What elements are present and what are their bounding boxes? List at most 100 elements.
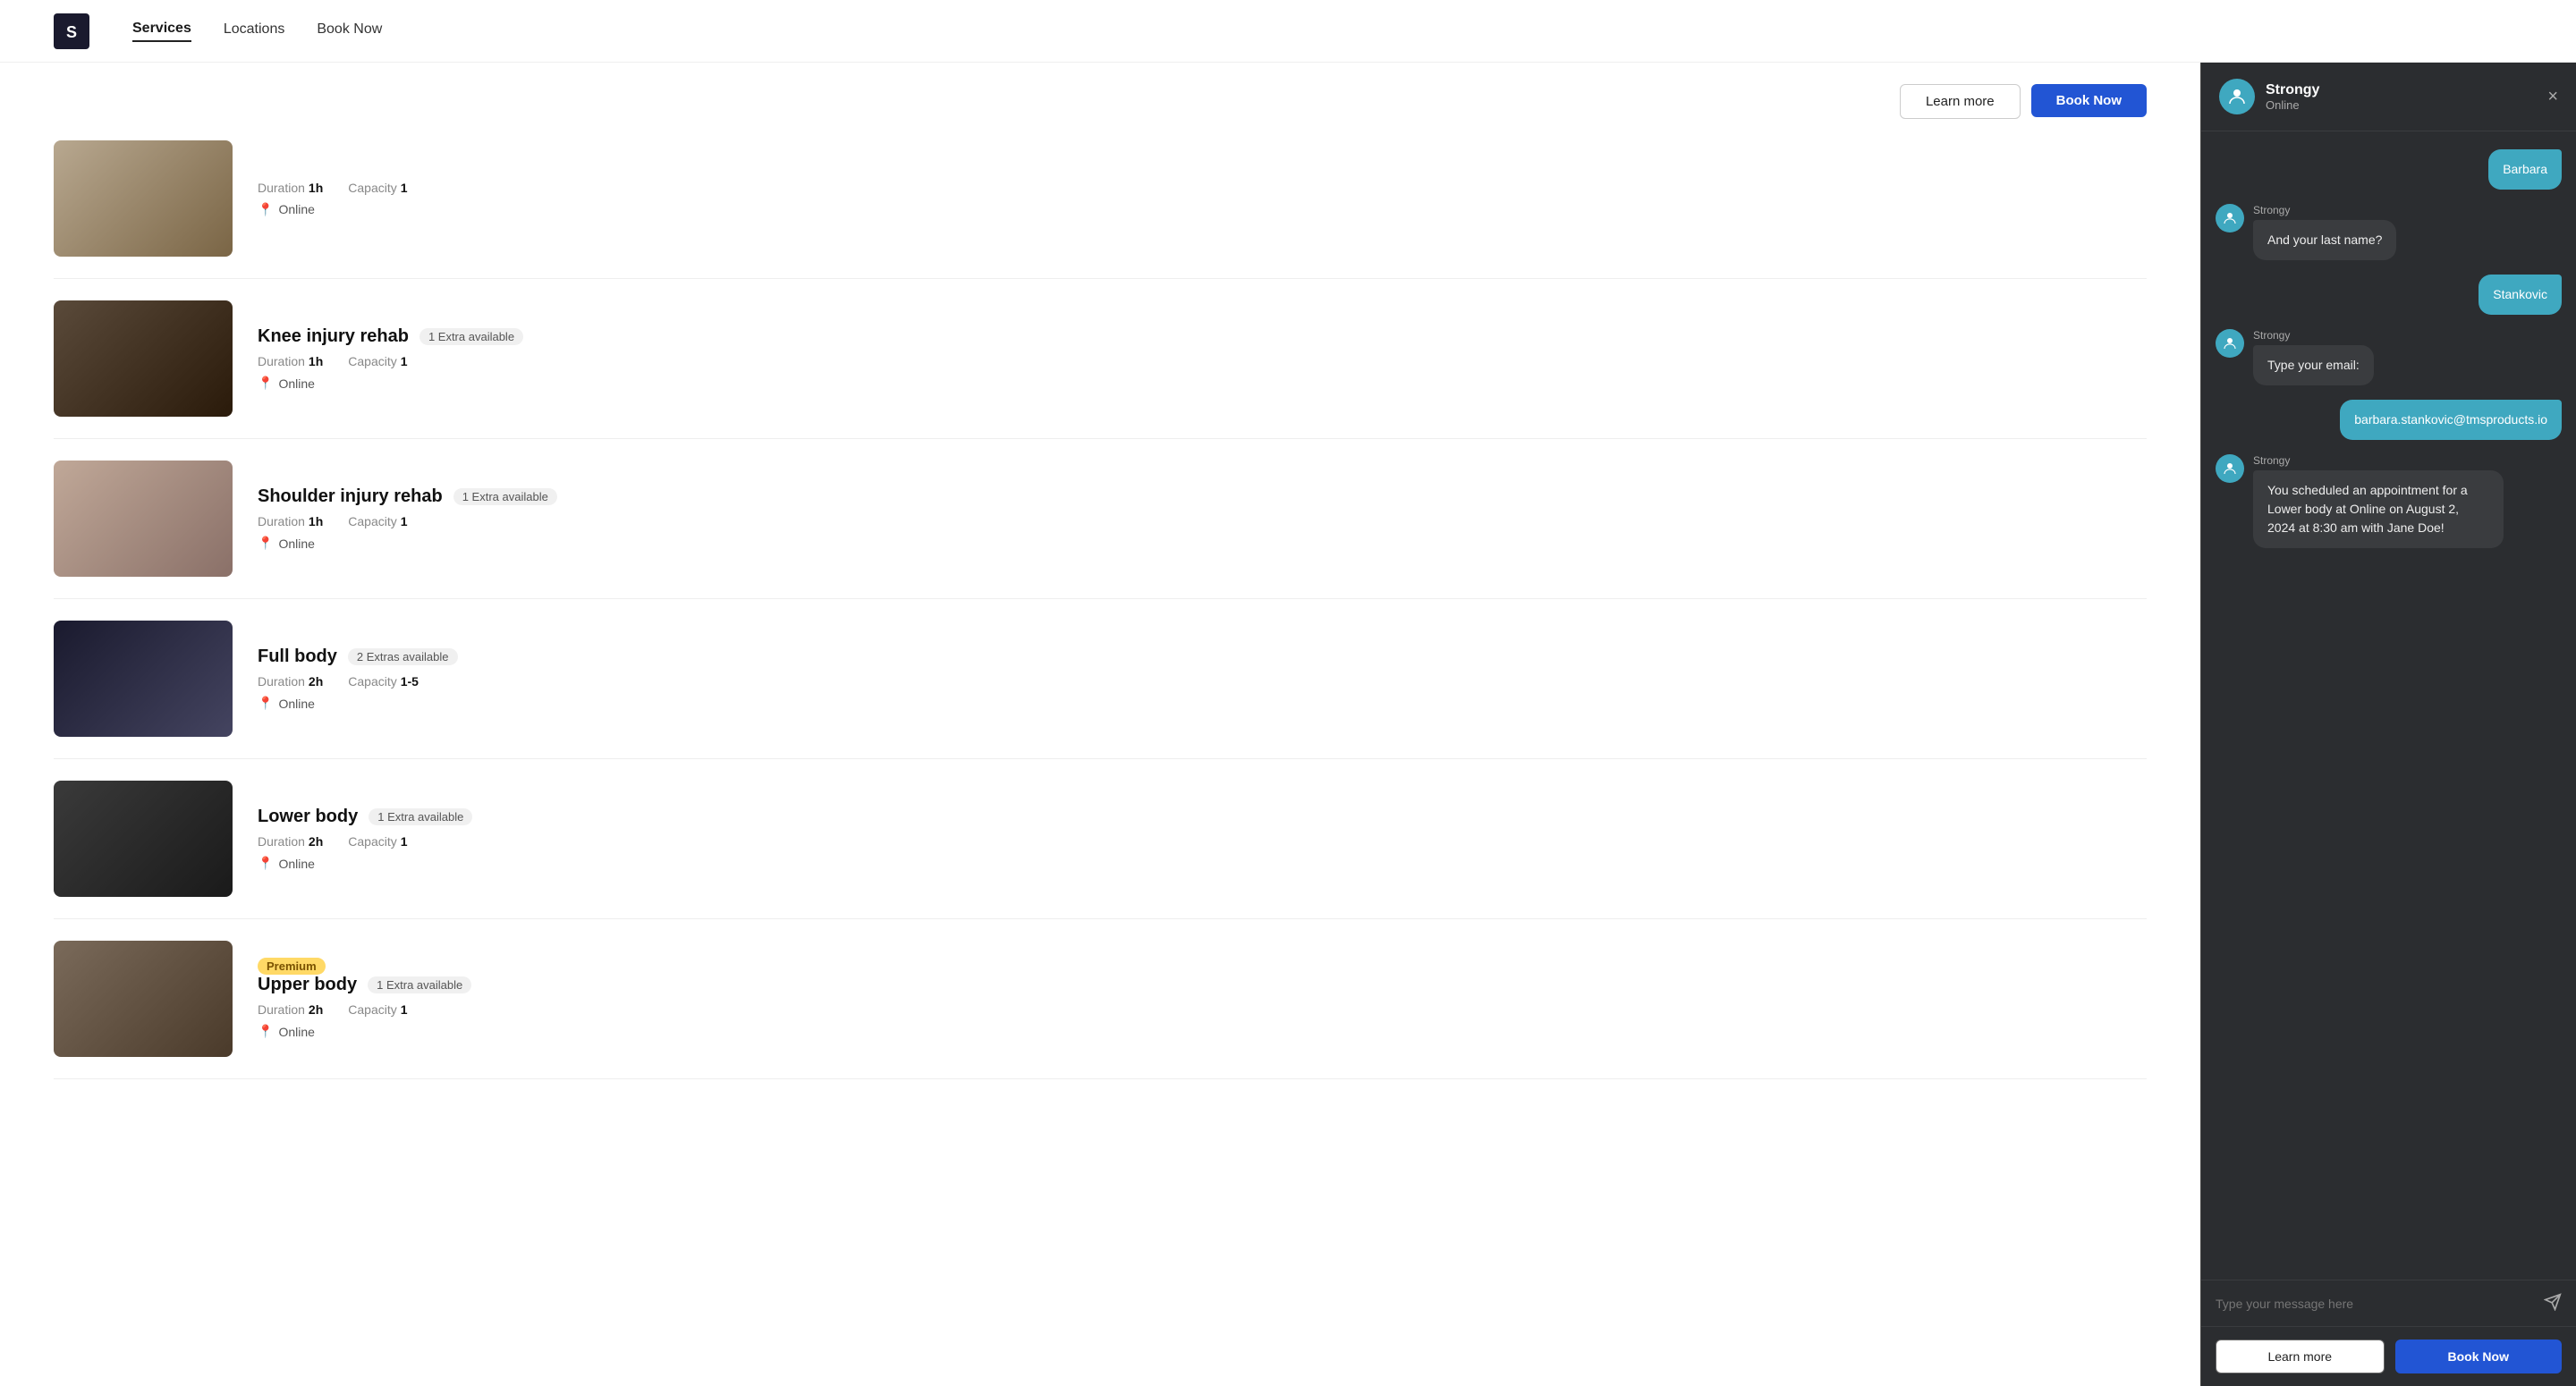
service-meta-1: Duration1h Capacity1 xyxy=(258,354,2147,368)
learn-more-button-top[interactable]: Learn more xyxy=(1900,84,2021,119)
service-title-row-4: Lower body1 Extra available xyxy=(258,807,2147,827)
capacity-value-4: 1 xyxy=(401,834,408,849)
nav-locations[interactable]: Locations xyxy=(224,21,285,41)
location-text-1: Online xyxy=(278,376,314,391)
service-item-3: Full body2 Extras available Duration2h C… xyxy=(54,599,2147,759)
capacity-label-4: Capacity1 xyxy=(348,834,407,849)
service-title-3: Full body xyxy=(258,647,337,667)
service-location-4: 📍Online xyxy=(258,856,2147,871)
duration-value-0: 1h xyxy=(309,181,323,195)
location-pin-icon-0: 📍 xyxy=(258,202,273,217)
service-title-row-2: Shoulder injury rehab1 Extra available xyxy=(258,486,2147,507)
premium-row-5: Premium xyxy=(258,959,2147,975)
service-location-1: 📍 Online xyxy=(258,376,2147,391)
msg-bubble-4: barbara.stankovic@tmsproducts.io xyxy=(2340,400,2562,440)
bot-msg-col-1: StrongyAnd your last name? xyxy=(2253,204,2396,260)
msg-sender-3: Strongy xyxy=(2253,329,2374,342)
service-extras-3: 2 Extras available xyxy=(348,648,458,665)
chat-close-button[interactable]: × xyxy=(2547,88,2558,106)
location-pin-icon-4: 📍 xyxy=(258,856,273,871)
navbar: S Services Locations Book Now xyxy=(0,0,2576,63)
service-title-4: Lower body xyxy=(258,807,358,827)
chat-bot-status: Online xyxy=(2266,98,2319,112)
capacity-value-1: 1 xyxy=(401,354,408,368)
bot-avatar-5 xyxy=(2216,454,2244,483)
service-info-3: Full body2 Extras available Duration2h C… xyxy=(258,647,2147,711)
service-image-4 xyxy=(54,781,233,897)
chat-learn-more-button[interactable]: Learn more xyxy=(2216,1340,2385,1373)
chat-bot-name: Strongy xyxy=(2266,82,2319,98)
duration-value-5: 2h xyxy=(309,1002,323,1017)
service-item-2: Shoulder injury rehab1 Extra available D… xyxy=(54,439,2147,599)
service-info-0: Duration1h Capacity1 📍Online xyxy=(258,181,2147,217)
capacity-label-1: Capacity1 xyxy=(348,354,407,368)
msg-sender-5: Strongy xyxy=(2253,454,2504,467)
chat-send-button[interactable] xyxy=(2544,1293,2562,1314)
service-meta-2: Duration1h Capacity1 xyxy=(258,514,2147,528)
duration-label-1: Duration1h xyxy=(258,354,323,368)
service-location-3: 📍 Online xyxy=(258,696,2147,711)
logo: S xyxy=(54,13,89,49)
service-title-row-1: Knee injury rehab 1 Extra available xyxy=(258,326,2147,347)
capacity-label-2: Capacity1 xyxy=(348,514,407,528)
service-extras-2: 1 Extra available xyxy=(453,488,557,505)
service-image-1 xyxy=(54,300,233,417)
service-extras-1: 1 Extra available xyxy=(419,328,523,345)
msg-bubble-2: Stankovic xyxy=(2479,275,2562,315)
premium-badge-5: Premium xyxy=(258,958,326,975)
bot-msg-col-3: Strongy Type your email: xyxy=(2253,329,2374,385)
service-title-5: Upper body xyxy=(258,975,357,995)
capacity-value-3: 1-5 xyxy=(401,674,419,689)
chat-input[interactable] xyxy=(2216,1297,2535,1311)
service-title-row-5: Upper body 1 Extra available xyxy=(258,975,2147,995)
location-text-3: Online xyxy=(278,697,314,711)
service-image-0 xyxy=(54,140,233,257)
service-location-5: 📍 Online xyxy=(258,1024,2147,1039)
location-pin-icon-3: 📍 xyxy=(258,696,273,711)
bot-avatar-1 xyxy=(2216,204,2244,232)
service-image-3 xyxy=(54,621,233,737)
chat-message-row-2: Stankovic xyxy=(2216,275,2562,315)
service-title-1: Knee injury rehab xyxy=(258,326,409,347)
service-extras-5: 1 Extra available xyxy=(368,976,471,993)
chat-message-row-5: StrongyYou scheduled an appointment for … xyxy=(2216,454,2562,548)
duration-label-4: Duration2h xyxy=(258,834,323,849)
bot-msg-col-5: StrongyYou scheduled an appointment for … xyxy=(2253,454,2504,548)
duration-label-2: Duration1h xyxy=(258,514,323,528)
chat-book-now-button[interactable]: Book Now xyxy=(2395,1340,2563,1373)
bot-avatar-3 xyxy=(2216,329,2244,358)
chat-message-row-1: StrongyAnd your last name? xyxy=(2216,204,2562,260)
chat-footer-buttons: Learn more Book Now xyxy=(2201,1326,2576,1386)
location-pin-icon-5: 📍 xyxy=(258,1024,273,1039)
capacity-label-0: Capacity1 xyxy=(348,181,407,195)
svg-text:S: S xyxy=(66,22,77,40)
book-now-button-top[interactable]: Book Now xyxy=(2031,84,2147,117)
duration-value-3: 2h xyxy=(309,674,323,689)
chat-messages: BarbaraStrongyAnd your last name?Stankov… xyxy=(2201,131,2576,1280)
service-meta-5: Duration2h Capacity1 xyxy=(258,1002,2147,1017)
main-layout: Learn more Book Now Duration1h Capacity1… xyxy=(0,63,2576,1386)
msg-bubble-3: Type your email: xyxy=(2253,345,2374,385)
service-item-0: Duration1h Capacity1 📍Online xyxy=(54,119,2147,279)
service-item-4: Lower body1 Extra available Duration2h C… xyxy=(54,759,2147,919)
duration-value-2: 1h xyxy=(309,514,323,528)
capacity-value-2: 1 xyxy=(401,514,408,528)
msg-bubble-1: And your last name? xyxy=(2253,220,2396,260)
service-list: Learn more Book Now Duration1h Capacity1… xyxy=(0,63,2200,1386)
duration-label-0: Duration1h xyxy=(258,181,323,195)
service-meta-0: Duration1h Capacity1 xyxy=(258,181,2147,195)
chat-header: Strongy Online × xyxy=(2201,63,2576,131)
chat-bot-avatar xyxy=(2219,79,2255,114)
service-location-2: 📍Online xyxy=(258,536,2147,551)
location-pin-icon-1: 📍 xyxy=(258,376,273,391)
chat-message-row-4: barbara.stankovic@tmsproducts.io xyxy=(2216,400,2562,440)
service-info-5: PremiumUpper body 1 Extra available Durat… xyxy=(258,959,2147,1039)
chat-input-row xyxy=(2201,1280,2576,1326)
top-buttons-row: Learn more Book Now xyxy=(54,63,2147,119)
location-text-5: Online xyxy=(278,1025,314,1039)
msg-bubble-0: Barbara xyxy=(2488,149,2562,190)
chat-message-row-3: Strongy Type your email: xyxy=(2216,329,2562,385)
nav-services[interactable]: Services xyxy=(132,21,191,42)
nav-book-now[interactable]: Book Now xyxy=(317,21,382,41)
location-text-2: Online xyxy=(278,537,314,551)
